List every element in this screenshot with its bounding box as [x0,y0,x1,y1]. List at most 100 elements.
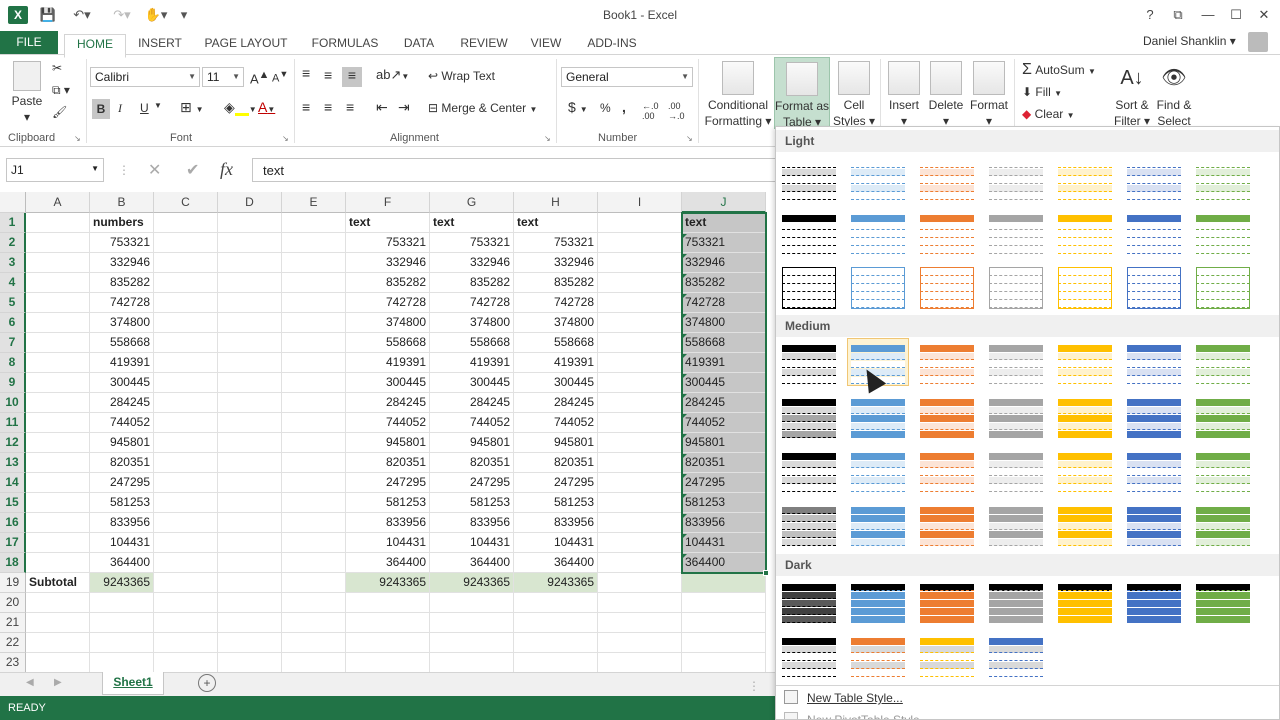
cell-J3[interactable]: 332946 [682,253,766,273]
cell-F11[interactable]: 744052 [346,413,430,433]
cell-E18[interactable] [282,553,346,573]
table-style-light-12[interactable] [1054,208,1116,256]
cell-D23[interactable] [218,653,282,672]
cell-I2[interactable] [598,233,682,253]
cell-F17[interactable]: 104431 [346,533,430,553]
row-header-15[interactable]: 15 [0,493,26,513]
cell-G6[interactable]: 374800 [430,313,514,333]
cell-G11[interactable]: 744052 [430,413,514,433]
table-style-light-16[interactable] [847,262,909,310]
cell-J16[interactable]: 833956 [682,513,766,533]
copy-icon[interactable]: ⧉ ▾ [52,83,70,98]
merge-center-button[interactable]: ⊟ Merge & Center ▼ [428,101,537,115]
cell-D17[interactable] [218,533,282,553]
cell-F23[interactable] [346,653,430,672]
cell-I1[interactable] [598,213,682,233]
table-style-medium-7[interactable] [1192,338,1254,386]
column-header-D[interactable]: D [218,192,282,213]
cell-D13[interactable] [218,453,282,473]
cell-G3[interactable]: 332946 [430,253,514,273]
cell-E13[interactable] [282,453,346,473]
format-as-table-button[interactable]: Format as Table ▾ [774,57,830,129]
cell-G19[interactable]: 9243365 [430,573,514,593]
cell-C14[interactable] [154,473,218,493]
cell-D20[interactable] [218,593,282,613]
cell-J9[interactable]: 300445 [682,373,766,393]
tab-insert[interactable]: INSERT [132,34,188,54]
cell-H11[interactable]: 744052 [514,413,598,433]
cell-E1[interactable] [282,213,346,233]
close-icon[interactable]: ✕ [1252,5,1276,25]
table-style-medium-17[interactable] [916,446,978,494]
table-style-dark-3[interactable] [916,577,978,625]
row-header-17[interactable]: 17 [0,533,26,553]
table-style-medium-21[interactable] [1192,446,1254,494]
cell-I10[interactable] [598,393,682,413]
table-style-dark-7[interactable] [1192,577,1254,625]
format-painter-icon[interactable]: 🖌 [52,105,67,119]
cell-D11[interactable] [218,413,282,433]
row-header-18[interactable]: 18 [0,553,26,573]
cell-A18[interactable] [26,553,90,573]
name-box[interactable]: J1 ▼ [6,158,104,182]
cell-H8[interactable]: 419391 [514,353,598,373]
cell-F14[interactable]: 247295 [346,473,430,493]
cell-B10[interactable]: 284245 [90,393,154,413]
cell-C3[interactable] [154,253,218,273]
cell-J6[interactable]: 374800 [682,313,766,333]
cell-A13[interactable] [26,453,90,473]
font-name-combo[interactable]: Calibri ▼ [90,67,200,87]
cell-E12[interactable] [282,433,346,453]
cell-A1[interactable] [26,213,90,233]
cell-A15[interactable] [26,493,90,513]
cell-H22[interactable] [514,633,598,653]
new-table-style-item[interactable]: New Table Style... [776,687,1279,709]
cell-C2[interactable] [154,233,218,253]
cell-G5[interactable]: 742728 [430,293,514,313]
ribbon-display-icon[interactable]: ⧉ [1166,5,1190,25]
cell-J13[interactable]: 820351 [682,453,766,473]
cell-J1[interactable]: text [682,213,766,233]
borders-icon[interactable]: ⊞ ▼ [180,99,204,116]
table-style-medium-13[interactable] [1123,392,1185,440]
undo-icon[interactable]: ↶▾ [68,6,96,24]
cell-C15[interactable] [154,493,218,513]
cell-F9[interactable]: 300445 [346,373,430,393]
cell-E15[interactable] [282,493,346,513]
scroll-right-icon[interactable]: ▶ [54,677,62,688]
cell-styles-button[interactable]: Cell Styles ▾ [832,61,876,129]
cell-B8[interactable]: 419391 [90,353,154,373]
autosum-button[interactable]: Σ AutoSum ▼ [1022,61,1096,79]
cell-I23[interactable] [598,653,682,672]
column-header-C[interactable]: C [154,192,218,213]
cell-B23[interactable] [90,653,154,672]
cell-D14[interactable] [218,473,282,493]
row-header-20[interactable]: 20 [0,593,26,613]
alignment-launcher-icon[interactable]: ↘ [544,134,551,143]
touch-mode-icon[interactable]: ✋▾ [142,6,170,24]
cell-A21[interactable] [26,613,90,633]
cell-G8[interactable]: 419391 [430,353,514,373]
cell-I15[interactable] [598,493,682,513]
table-style-light-15[interactable] [778,262,840,310]
table-style-light-4[interactable] [985,154,1047,202]
increase-decimal-icon[interactable]: ←.0.00 [642,101,659,121]
row-header-9[interactable]: 9 [0,373,26,393]
cell-E21[interactable] [282,613,346,633]
row-header-21[interactable]: 21 [0,613,26,633]
table-style-medium-26[interactable] [1054,500,1116,548]
cell-B13[interactable]: 820351 [90,453,154,473]
tab-view[interactable]: VIEW [524,34,568,54]
cell-E3[interactable] [282,253,346,273]
cell-F20[interactable] [346,593,430,613]
table-style-medium-11[interactable] [985,392,1047,440]
row-header-1[interactable]: 1 [0,213,26,233]
table-style-dark-2[interactable] [847,577,909,625]
cell-C21[interactable] [154,613,218,633]
cell-J7[interactable]: 558668 [682,333,766,353]
cell-I22[interactable] [598,633,682,653]
cell-H6[interactable]: 374800 [514,313,598,333]
cell-J14[interactable]: 247295 [682,473,766,493]
cell-D3[interactable] [218,253,282,273]
table-style-dark-5[interactable] [1054,577,1116,625]
